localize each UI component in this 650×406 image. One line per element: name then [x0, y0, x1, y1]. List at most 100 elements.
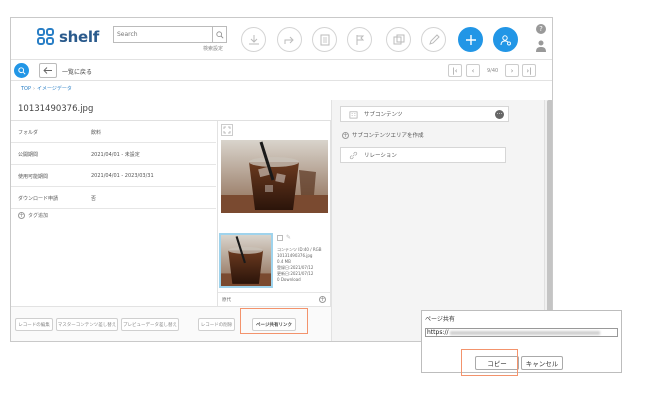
search-button[interactable]	[212, 27, 226, 42]
scrollbar[interactable]	[544, 100, 552, 341]
flag-button[interactable]	[347, 27, 372, 52]
property-label: 使用可能期間	[18, 174, 49, 180]
select-checkbox[interactable]	[277, 235, 283, 241]
property-value: 飲料	[91, 130, 102, 136]
meta-line: 0 Download	[277, 277, 301, 282]
last-page-button[interactable]: ›|	[522, 64, 536, 77]
user-gear-icon	[500, 34, 511, 45]
plus-circle-icon: +	[342, 131, 349, 139]
flag-icon	[356, 34, 364, 45]
share-arrow-icon	[284, 36, 294, 44]
plus-icon	[465, 34, 476, 45]
download-icon	[248, 34, 259, 44]
user-settings-button[interactable]	[493, 27, 518, 52]
sub-content-label: サブコンテンツ	[364, 112, 403, 118]
property-row-folder: フォルダ 飲料	[11, 121, 216, 143]
add-button[interactable]	[458, 27, 483, 52]
back-to-list-label[interactable]: 一覧に戻る	[62, 67, 92, 76]
dialog-title: ページ共有	[425, 316, 455, 323]
help-button[interactable]: ?	[536, 24, 546, 34]
more-options-icon[interactable]: …	[495, 110, 504, 119]
app-window: shelf 検索設定	[10, 17, 553, 342]
search-input[interactable]	[114, 27, 214, 42]
replace-master-button[interactable]: マスターコンテンツ差し替え	[56, 318, 118, 331]
copy-button[interactable]	[386, 27, 411, 52]
advanced-search-link[interactable]: 検索設定	[203, 45, 223, 52]
document-button[interactable]	[312, 27, 337, 52]
iced-coffee-image	[221, 140, 328, 213]
file-title: 10131490376.jpg	[18, 104, 94, 114]
logo-text: shelf	[59, 28, 99, 46]
app-header: shelf 検索設定	[11, 18, 552, 59]
property-value: 2021/04/01 - 2023/03/31	[91, 173, 154, 179]
property-value: 2021/04/01 - 未設定	[91, 152, 140, 158]
copy-icon	[393, 34, 404, 44]
delete-record-button[interactable]: レコードの削除	[198, 318, 235, 331]
first-page-icon: |‹	[452, 66, 458, 75]
replace-preview-button[interactable]: プレビューデータ差し替え	[121, 318, 179, 331]
search-icon	[17, 66, 26, 75]
expand-preview-button[interactable]	[221, 124, 233, 136]
create-sub-content-label: サブコンテンツエリアを作成	[352, 133, 424, 139]
breadcrumb-current[interactable]: イメージデータ	[37, 86, 72, 92]
first-page-button[interactable]: |‹	[448, 64, 462, 77]
expand-icon	[223, 126, 231, 134]
pencil-icon	[428, 33, 440, 45]
scrollbar-thumb[interactable]	[547, 100, 552, 341]
sub-content-box[interactable]: サブコンテンツ …	[340, 106, 509, 122]
iced-coffee-thumbnail	[221, 235, 271, 286]
property-row-publish-period: 公開期間 2021/04/01 - 未設定	[11, 143, 216, 165]
next-page-button[interactable]: ›	[505, 64, 519, 77]
share-url-prefix: https://	[427, 329, 449, 336]
share-link-highlight	[240, 308, 308, 334]
download-button[interactable]	[241, 27, 266, 52]
shelf-logo[interactable]: shelf	[37, 28, 99, 46]
property-row-download-request: ダウンロード申請 否	[11, 187, 216, 209]
thumbnail-metadata: コンテンツ ID:40 / RGB 10131490376.jpg 0.4 MB…	[277, 247, 321, 283]
edit-record-button[interactable]: レコードの編集	[15, 318, 53, 331]
relation-label: リレーション	[364, 153, 397, 159]
add-tag-button[interactable]: + タグ追加	[18, 212, 48, 219]
chevron-left-icon: ‹	[471, 66, 475, 75]
preview-image[interactable]	[221, 140, 328, 213]
breadcrumb-top[interactable]: TOP	[21, 86, 31, 92]
search-icon	[215, 30, 223, 38]
back-button[interactable]	[39, 63, 57, 78]
logo-icon	[37, 28, 56, 46]
create-sub-content-area-button[interactable]: + サブコンテンツエリアを作成	[342, 131, 424, 139]
property-value: 否	[91, 196, 97, 202]
document-icon	[320, 34, 329, 45]
thumbnail-footer: 原代 +	[218, 292, 330, 305]
copy-highlight	[461, 349, 518, 376]
property-row-usage-period: 使用可能期間 2021/04/01 - 2023/03/31	[11, 165, 216, 187]
chevron-right-icon: ›	[510, 66, 514, 75]
share-button[interactable]	[277, 27, 302, 52]
link-icon	[349, 151, 358, 159]
blurred-url	[449, 330, 600, 335]
cancel-button[interactable]: キャンセル	[521, 356, 563, 370]
thumbnail-actions: ✎	[277, 235, 292, 241]
edit-thumbnail-icon[interactable]: ✎	[286, 235, 292, 241]
building-icon	[349, 110, 358, 118]
property-label: フォルダ	[18, 130, 39, 136]
last-page-icon: ›|	[526, 66, 532, 75]
breadcrumb: TOP › イメージデータ	[21, 85, 72, 92]
image-preview-column: ✎ コンテンツ ID:40 / RGB 10131490376.jpg 0.4 …	[217, 121, 331, 306]
thumbnail-image[interactable]	[219, 233, 273, 288]
user-icon[interactable]	[536, 40, 546, 52]
breadcrumb-separator: ›	[33, 86, 36, 92]
thumbnail-footer-label: 原代	[222, 298, 231, 303]
prev-page-button[interactable]: ‹	[466, 64, 480, 77]
arrow-left-icon	[43, 67, 52, 74]
share-dialog: ページ共有 https:// コピー キャンセル	[421, 310, 622, 373]
add-tag-label: タグ追加	[28, 213, 49, 219]
plus-circle-icon: +	[18, 212, 25, 219]
edit-button[interactable]	[421, 27, 446, 52]
add-variant-button[interactable]: +	[319, 296, 326, 303]
property-label: 公開期間	[18, 152, 39, 158]
share-url-field[interactable]: https://	[425, 328, 618, 337]
quick-search-button[interactable]	[14, 63, 29, 78]
search-box	[113, 26, 227, 43]
relation-box[interactable]: リレーション	[340, 147, 506, 163]
property-label: ダウンロード申請	[18, 196, 59, 202]
